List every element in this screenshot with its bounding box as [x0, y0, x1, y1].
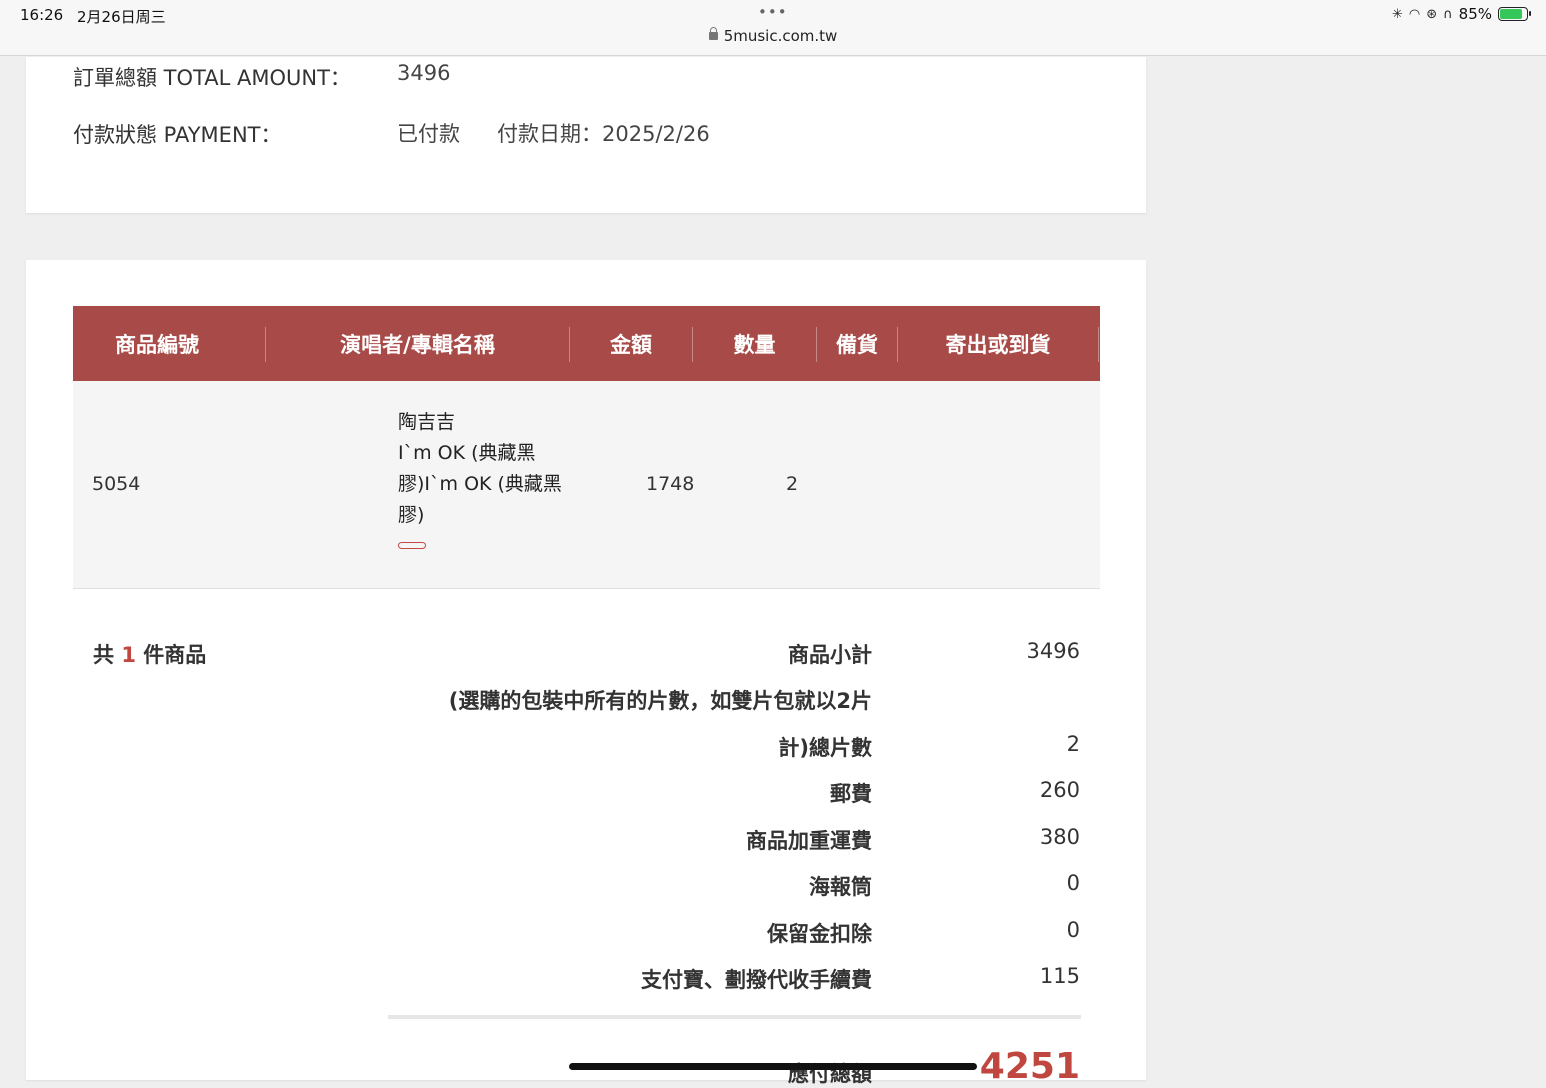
total-amount-label: 訂單總額 TOTAL AMOUNT： — [73, 66, 351, 90]
postage-value: 260 — [1039, 778, 1080, 802]
poster-tube-value: 0 — [1066, 871, 1080, 895]
loading-icon: ✳ — [1391, 6, 1403, 22]
status-icons: ✳ ◠ ⊛ ∩ 85% — [1391, 5, 1531, 23]
album-line: 膠) — [398, 504, 425, 526]
poster-tube-label: 海報筒 — [809, 875, 872, 899]
header-separator — [1098, 327, 1099, 362]
address-bar[interactable]: 5music.com.tw — [0, 27, 1546, 45]
table-header: 商品編號 演唱者/專輯名稱 金額 數量 備貨 寄出或到貨 — [73, 306, 1100, 381]
deposit-deduction-value: 0 — [1066, 918, 1080, 942]
header-stock: 備貨 — [836, 332, 878, 357]
header-artist-album: 演唱者/專輯名稱 — [340, 332, 495, 357]
item-count-number: 1 — [121, 643, 136, 667]
orientation-lock-icon: ⊛ — [1426, 6, 1438, 22]
wifi-icon: ◠ — [1408, 6, 1421, 22]
postage-label: 郵費 — [830, 782, 872, 806]
item-amount: 1748 — [646, 473, 695, 495]
disc-count-value: 2 — [1066, 732, 1080, 756]
subtotal-value: 3496 — [1026, 639, 1080, 663]
table-row[interactable]: 5054 陶吉吉 I`m OK (典藏黑 膠)I`m OK (典藏黑 膠) 17… — [73, 381, 1100, 589]
payment-label: 付款狀態 PAYMENT： — [73, 123, 282, 147]
lock-icon — [708, 27, 718, 40]
order-items-card: 商品編號 演唱者/專輯名稱 金額 數量 備貨 寄出或到貨 5054 陶吉吉 I`… — [26, 260, 1146, 1087]
item-quantity: 2 — [786, 473, 799, 495]
battery-fill — [1500, 9, 1523, 19]
payment-status: 已付款 — [397, 122, 460, 146]
album-line: I`m OK (典藏黑 — [398, 442, 536, 464]
product-tag-pill[interactable] — [398, 542, 426, 549]
deposit-deduction-label: 保留金扣除 — [767, 922, 872, 946]
handling-fee-value: 115 — [1039, 964, 1080, 988]
totals-divider — [388, 1015, 1081, 1019]
grand-total-value: 4251 — [979, 1046, 1080, 1087]
home-indicator[interactable] — [569, 1063, 977, 1070]
header-shipping: 寄出或到貨 — [945, 332, 1051, 357]
album-line: 膠)I`m OK (典藏黑 — [398, 473, 562, 495]
artist-name: 陶吉吉 — [398, 411, 456, 433]
subtotal-label: 商品小計 — [788, 643, 872, 667]
artist-album-cell: 陶吉吉 I`m OK (典藏黑 膠)I`m OK (典藏黑 膠) — [398, 407, 578, 549]
battery-icon — [1498, 7, 1531, 21]
order-summary-card: 訂單總額 TOTAL AMOUNT： 3496 付款狀態 PAYMENT： 已付… — [26, 57, 1146, 213]
total-amount-value: 3496 — [397, 61, 451, 85]
product-id: 5054 — [92, 473, 141, 495]
header-quantity: 數量 — [733, 332, 776, 357]
heavy-shipping-value: 380 — [1039, 825, 1080, 849]
status-time: 16:26 — [20, 6, 64, 24]
payment-date: 付款日期：2025/2/26 — [497, 122, 710, 146]
disc-count-label: 計)總片數 — [778, 736, 872, 760]
battery-percent: 85% — [1458, 5, 1492, 23]
handling-fee-label: 支付寶、劃撥代收手續費 — [641, 968, 872, 992]
header-product-id: 商品編號 — [115, 332, 199, 357]
status-bar: 16:26 2月26日周三 ••• 5music.com.tw ✳ ◠ ⊛ ∩ … — [0, 0, 1546, 56]
item-count-suffix: 件商品 — [143, 643, 207, 667]
more-dots-icon[interactable]: ••• — [758, 3, 788, 21]
disc-count-note: (選購的包裝中所有的片數，如雙片包就以2片 — [448, 689, 872, 713]
item-count-prefix: 共 — [93, 643, 114, 667]
status-date: 2月26日周三 — [77, 8, 166, 26]
item-count: 共 1 件商品 — [93, 639, 206, 669]
header-amount: 金額 — [610, 332, 652, 357]
url-text: 5music.com.tw — [723, 27, 838, 45]
headphones-icon: ∩ — [1443, 6, 1453, 22]
heavy-shipping-label: 商品加重運費 — [746, 829, 872, 853]
